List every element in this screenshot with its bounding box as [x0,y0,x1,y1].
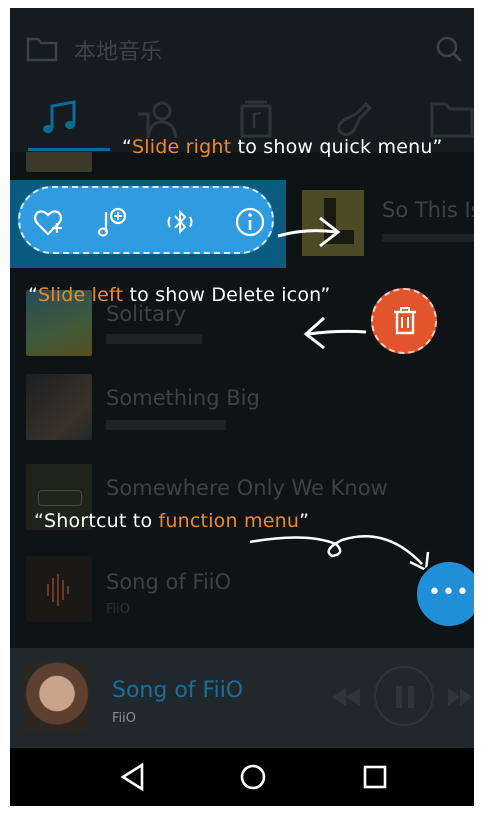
arrow-right-icon [277,216,341,248]
album-icon[interactable] [234,98,282,140]
arrow-left-icon [303,316,367,350]
heart-add-icon[interactable] [32,206,64,238]
tab-indicator [28,148,110,151]
guitar-icon[interactable] [332,98,380,140]
system-nav-bar [10,748,474,806]
now-playing-bar[interactable]: Song of FiiO FiiO [10,648,474,748]
now-playing-cover [24,662,90,732]
folder-icon[interactable] [26,36,58,62]
curved-arrow-icon [249,535,430,572]
bluetooth-icon[interactable] [164,206,196,238]
more-icon: ••• [428,580,470,605]
app-header: 本地音乐 [10,8,474,90]
hint-slide-right: “Slide right to show quick menu” [122,136,443,158]
phone-screen: 本地音乐 So This Is Solitary Something Big S… [10,8,474,806]
info-icon[interactable] [234,206,266,238]
pause-button[interactable] [374,666,434,726]
home-icon[interactable] [238,762,268,792]
song-title: Song of FiiO [106,570,232,594]
music-note-icon[interactable] [38,98,86,140]
album-cover [26,556,92,622]
delete-button[interactable] [371,288,437,354]
back-icon[interactable] [118,762,148,792]
album-cover [26,374,92,440]
artist-icon[interactable] [134,98,182,140]
album-cover [26,152,92,172]
next-icon[interactable] [446,686,474,708]
now-playing-title: Song of FiiO [112,678,244,703]
trash-icon [394,307,416,335]
page-title: 本地音乐 [74,40,163,65]
list-item[interactable]: Something Big [10,366,474,454]
song-title: So This Is [382,198,474,222]
now-playing-artist: FiiO [112,711,136,726]
search-icon[interactable] [434,34,464,64]
music-add-icon[interactable] [96,206,128,238]
song-artist: FiiO [106,602,130,617]
song-title: Somewhere Only We Know [106,476,388,500]
folder-tab-icon[interactable] [428,98,474,140]
pause-icon [396,686,414,708]
previous-icon[interactable] [330,686,362,708]
recents-icon[interactable] [360,762,390,792]
hint-slide-left: “Slide left to show Delete icon” [28,284,331,306]
song-title: Something Big [106,386,260,410]
